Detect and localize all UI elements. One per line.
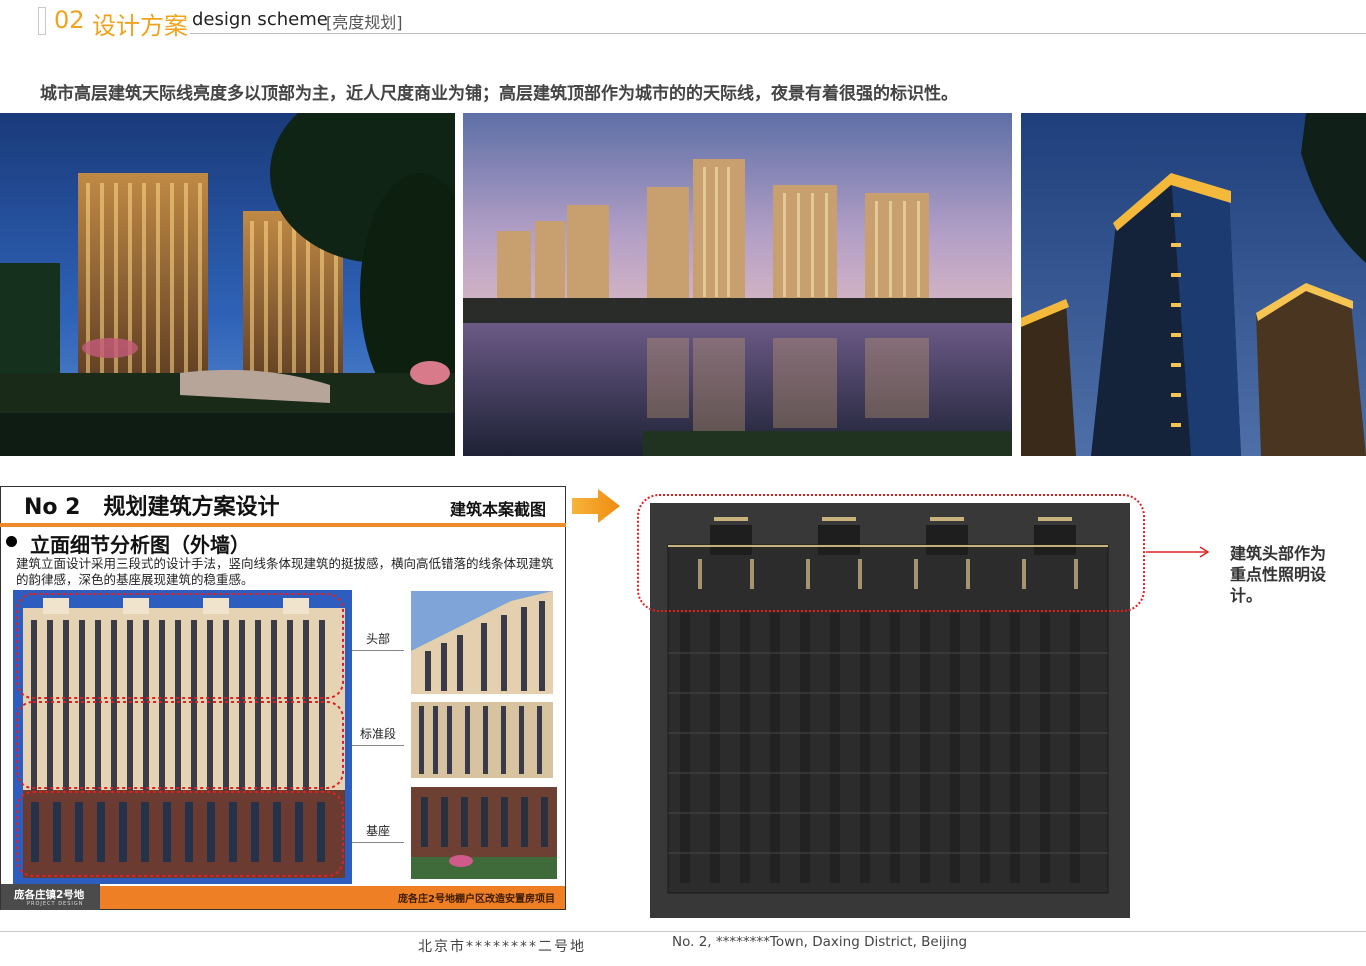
elevation-description: 建筑立面设计采用三段式的设计手法，竖向线条体现建筑的挺拔感，横向高低错落的线条体… <box>16 556 554 587</box>
segment-label-top: 头部 <box>366 632 391 646</box>
callout-text: 建筑头部作为重点性照明设计。 <box>1230 544 1327 605</box>
elevation-title: 立面细节分析图（外墙） <box>30 533 250 557</box>
panel-footer-left-sub: PROJECT DESIGN <box>27 901 84 907</box>
section-title-en: design scheme <box>192 9 328 30</box>
subsection-title: [亮度规划] <box>326 13 403 32</box>
panel-footer-left: 庞各庄镇2号地 <box>14 889 85 901</box>
footer-location-cn: 北京市********二号地 <box>418 939 586 955</box>
panel-rule <box>0 523 566 527</box>
panel-footer-right: 庞各庄2号地棚户区改造安置房项目 <box>398 894 555 905</box>
arrow-right-icon <box>572 489 620 527</box>
panel-right-label: 建筑本案截图 <box>450 500 547 519</box>
callout-arrow-icon <box>1146 544 1212 563</box>
detail-thumb-standard <box>411 702 553 778</box>
panel-title-text: 规划建筑方案设计 <box>103 495 280 520</box>
panel-title: No 2 规划建筑方案设计 <box>24 489 280 521</box>
footer-divider <box>0 931 1366 932</box>
segment-leader-base <box>352 842 404 843</box>
detail-thumb-top <box>411 591 553 694</box>
panel-number: No 2 <box>24 495 81 520</box>
segment-label-base: 基座 <box>366 824 391 838</box>
night-photo-tower-top <box>1021 113 1366 456</box>
night-photo-riverside <box>463 113 1012 456</box>
segment-leader-standard <box>352 745 404 746</box>
segment-label-standard: 标准段 <box>360 727 397 741</box>
bullet-icon <box>6 536 17 547</box>
highlight-frame-top <box>637 494 1145 612</box>
detail-thumb-base <box>411 787 557 879</box>
section-title-cn: 设计方案 <box>92 12 188 40</box>
section-number: 02 <box>54 6 85 34</box>
footer-location-en: No. 2, ********Town, Daxing District, Be… <box>672 934 968 950</box>
segment-leader-top <box>352 650 404 651</box>
night-photo-garden <box>0 113 455 456</box>
section-marker <box>38 7 46 35</box>
intro-text: 城市高层建筑天际线亮度多以顶部为主，近人尺度商业为铺；高层建筑顶部作为城市的的天… <box>40 84 958 104</box>
header-divider <box>190 33 1366 34</box>
elevation-drawing <box>13 590 352 884</box>
